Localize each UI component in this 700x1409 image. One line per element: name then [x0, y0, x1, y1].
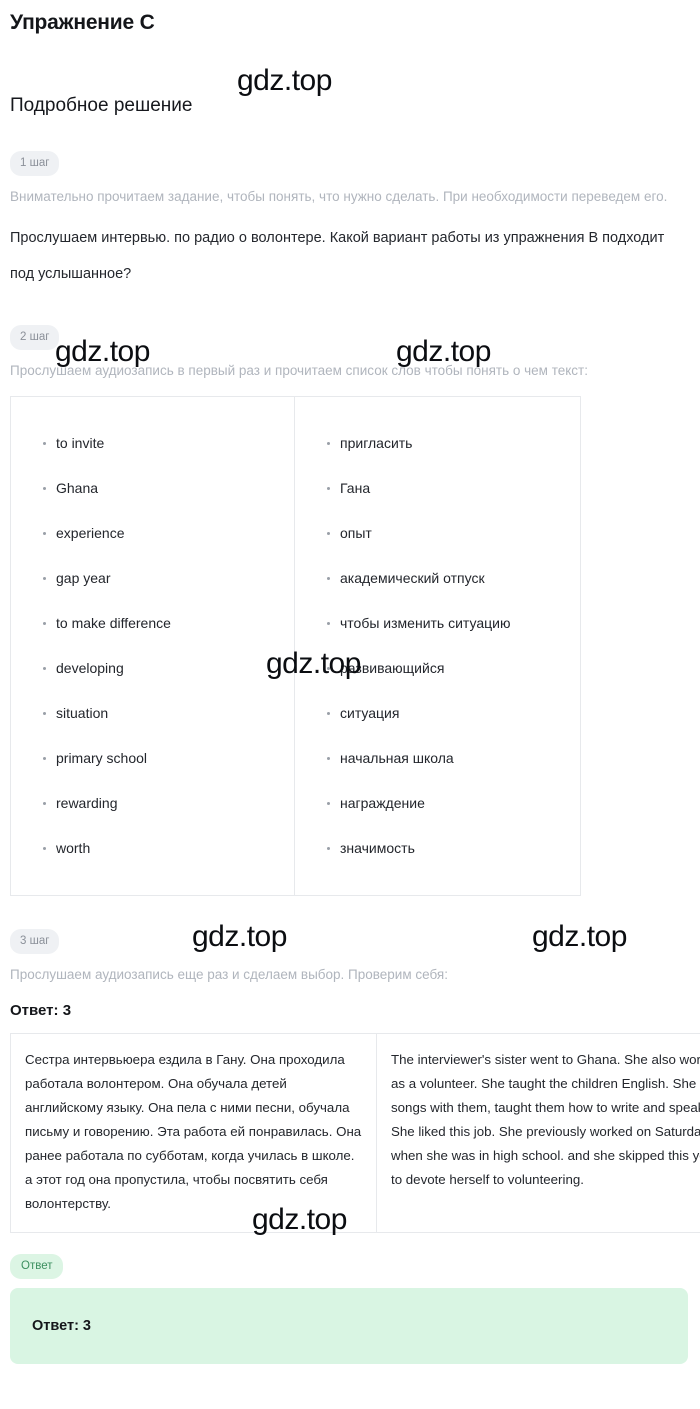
- step-1-badge: 1 шаг: [10, 151, 60, 176]
- translation-russian-cell: Сестра интервьюера ездила в Гану. Она пр…: [10, 1033, 377, 1233]
- step-1-section: 1 шаг Внимательно прочитаем задание, что…: [10, 151, 690, 292]
- list-item: situation: [11, 691, 294, 736]
- list-item: начальная школа: [295, 736, 580, 781]
- list-item: developing: [11, 646, 294, 691]
- list-item: ситуация: [295, 691, 580, 736]
- step-2-badge: 2 шаг: [10, 325, 60, 350]
- page-title: Упражнение C: [10, 11, 155, 34]
- list-item: to make difference: [11, 601, 294, 646]
- table-row: to invite Ghana experience gap year to m…: [10, 396, 581, 896]
- table-row: Сестра интервьюера ездила в Гану. Она пр…: [10, 1033, 700, 1233]
- list-item: академический отпуск: [295, 556, 580, 601]
- solution-heading: Подробное решение: [10, 95, 193, 116]
- list-item: чтобы изменить ситуацию: [295, 601, 580, 646]
- translation-table: Сестра интервьюера ездила в Гану. Она пр…: [10, 1033, 700, 1233]
- list-item: значимость: [295, 826, 580, 871]
- list-item: пригласить: [295, 421, 580, 466]
- list-item: to invite: [11, 421, 294, 466]
- list-item: worth: [11, 826, 294, 871]
- step-2-instruction: Прослушаем аудиозапись в первый раз и пр…: [10, 363, 588, 378]
- step-1-task-text: Прослушаем интервью. по радио о волонтер…: [10, 230, 665, 282]
- step-3-instruction: Прослушаем аудиозапись еще раз и сделаем…: [10, 967, 448, 982]
- list-item: Гана: [295, 466, 580, 511]
- solution-page: Упражнение C Подробное решение 1 шаг Вни…: [0, 0, 700, 1409]
- inline-answer-heading: Ответ: 3: [10, 1002, 72, 1019]
- step-2-section: 2 шаг Прослушаем аудиозапись в первый ра…: [10, 325, 690, 896]
- list-item: развивающийся: [295, 646, 580, 691]
- vocabulary-table: to invite Ghana experience gap year to m…: [10, 396, 581, 896]
- list-item: primary school: [11, 736, 294, 781]
- vocabulary-english-list: to invite Ghana experience gap year to m…: [11, 421, 294, 871]
- list-item: rewarding: [11, 781, 294, 826]
- list-item: опыт: [295, 511, 580, 556]
- answer-box-text: Ответ: 3: [32, 1318, 91, 1334]
- step-1-instruction: Внимательно прочитаем задание, чтобы пон…: [10, 189, 668, 204]
- list-item: experience: [11, 511, 294, 556]
- translation-english-cell: The interviewer's sister went to Ghana. …: [376, 1033, 700, 1233]
- list-item: Ghana: [11, 466, 294, 511]
- vocabulary-russian-list: пригласить Гана опыт академический отпус…: [295, 421, 580, 871]
- vocabulary-english-cell: to invite Ghana experience gap year to m…: [10, 396, 295, 896]
- list-item: gap year: [11, 556, 294, 601]
- answer-section: Ответ Ответ: 3: [10, 1233, 690, 1364]
- list-item: награждение: [295, 781, 580, 826]
- answer-badge: Ответ: [10, 1254, 64, 1279]
- step-3-section: 3 шаг Прослушаем аудиозапись еще раз и с…: [10, 929, 700, 1233]
- step-3-badge: 3 шаг: [10, 929, 60, 954]
- vocabulary-russian-cell: пригласить Гана опыт академический отпус…: [294, 396, 581, 896]
- answer-box: Ответ: 3: [10, 1288, 688, 1364]
